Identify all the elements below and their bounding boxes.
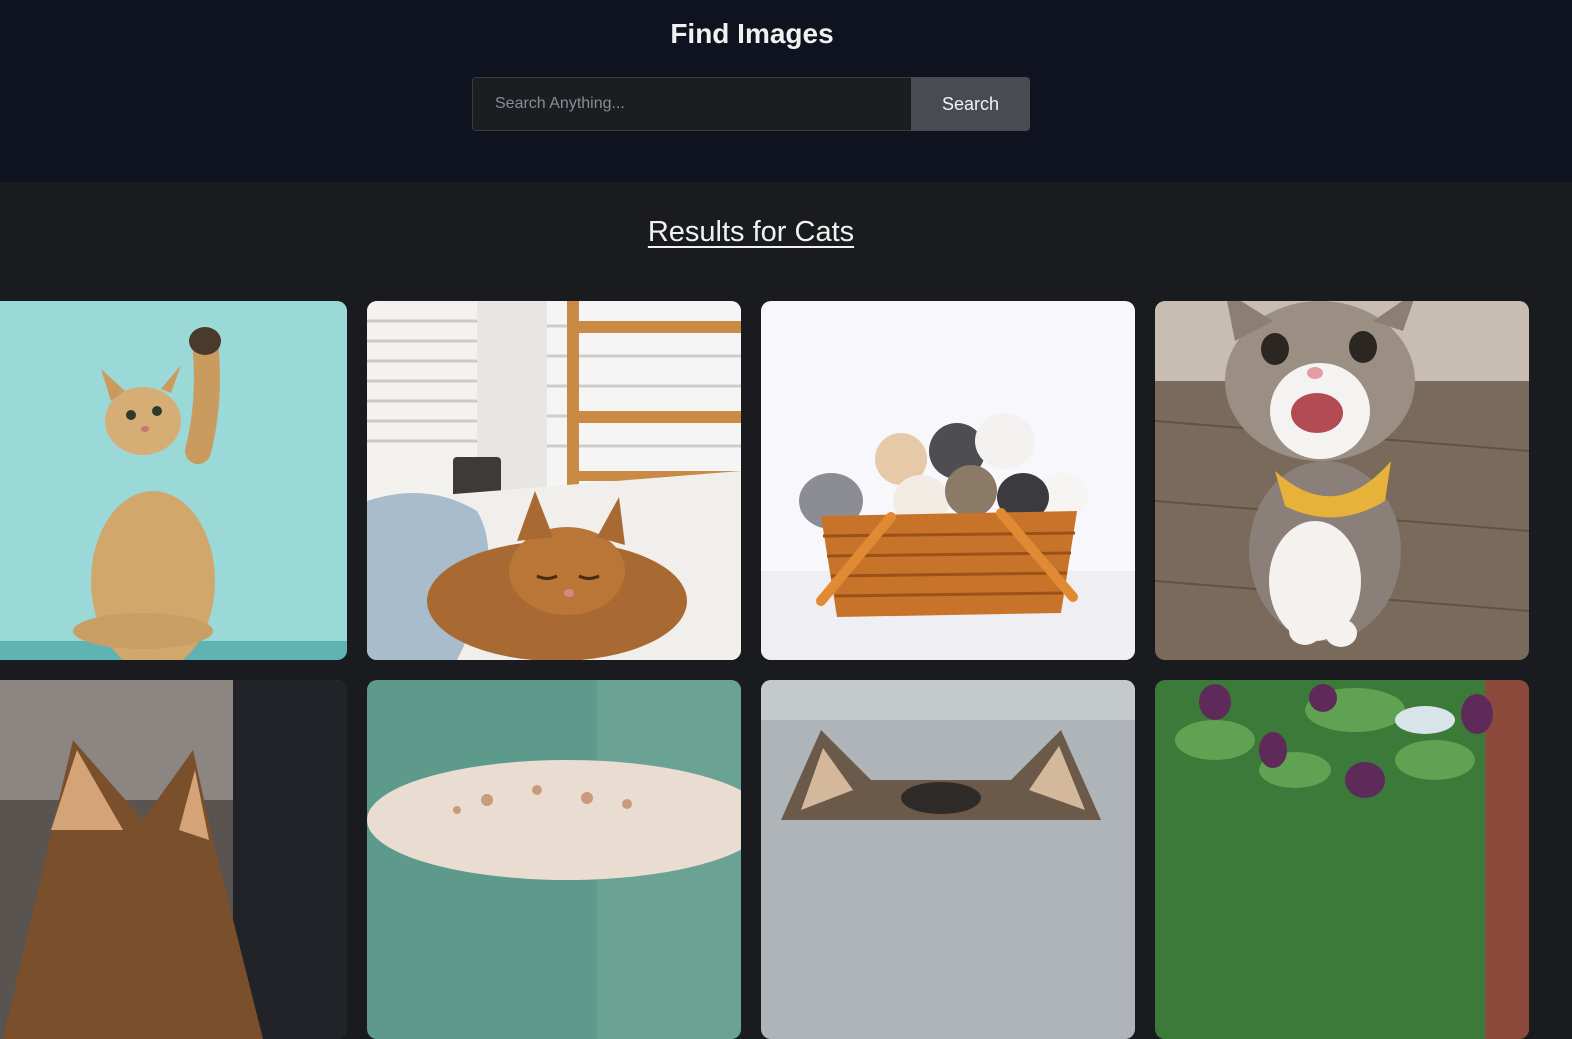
results-heading: Results for Cats [647, 216, 855, 248]
image-card-fluffy-cat[interactable] [367, 680, 741, 1039]
happy-cat-image [1155, 301, 1529, 660]
image-card-cat-ears[interactable] [0, 680, 347, 1039]
search-input[interactable] [472, 77, 912, 131]
cat-ears-image [0, 680, 347, 1039]
page-title: Find Images [670, 18, 834, 49]
image-card-sleeping-cat[interactable] [367, 301, 741, 660]
sleeping-cat-image [367, 301, 741, 660]
image-card-kitten-paw[interactable] [0, 301, 347, 660]
image-card-peeking-cat[interactable] [761, 680, 1135, 1039]
fluffy-cat-image [367, 680, 741, 1039]
search-button[interactable]: Search [911, 77, 1030, 131]
image-card-lilacs[interactable] [1155, 680, 1529, 1039]
lilacs-image [1155, 680, 1529, 1039]
peeking-cat-image [761, 680, 1135, 1039]
image-card-happy-cat[interactable] [1155, 301, 1529, 660]
header: Find Images Search [0, 0, 1572, 182]
image-card-kittens-basket[interactable] [761, 301, 1135, 660]
kittens-basket-image [761, 301, 1135, 660]
kitten-paw-image [0, 301, 347, 660]
